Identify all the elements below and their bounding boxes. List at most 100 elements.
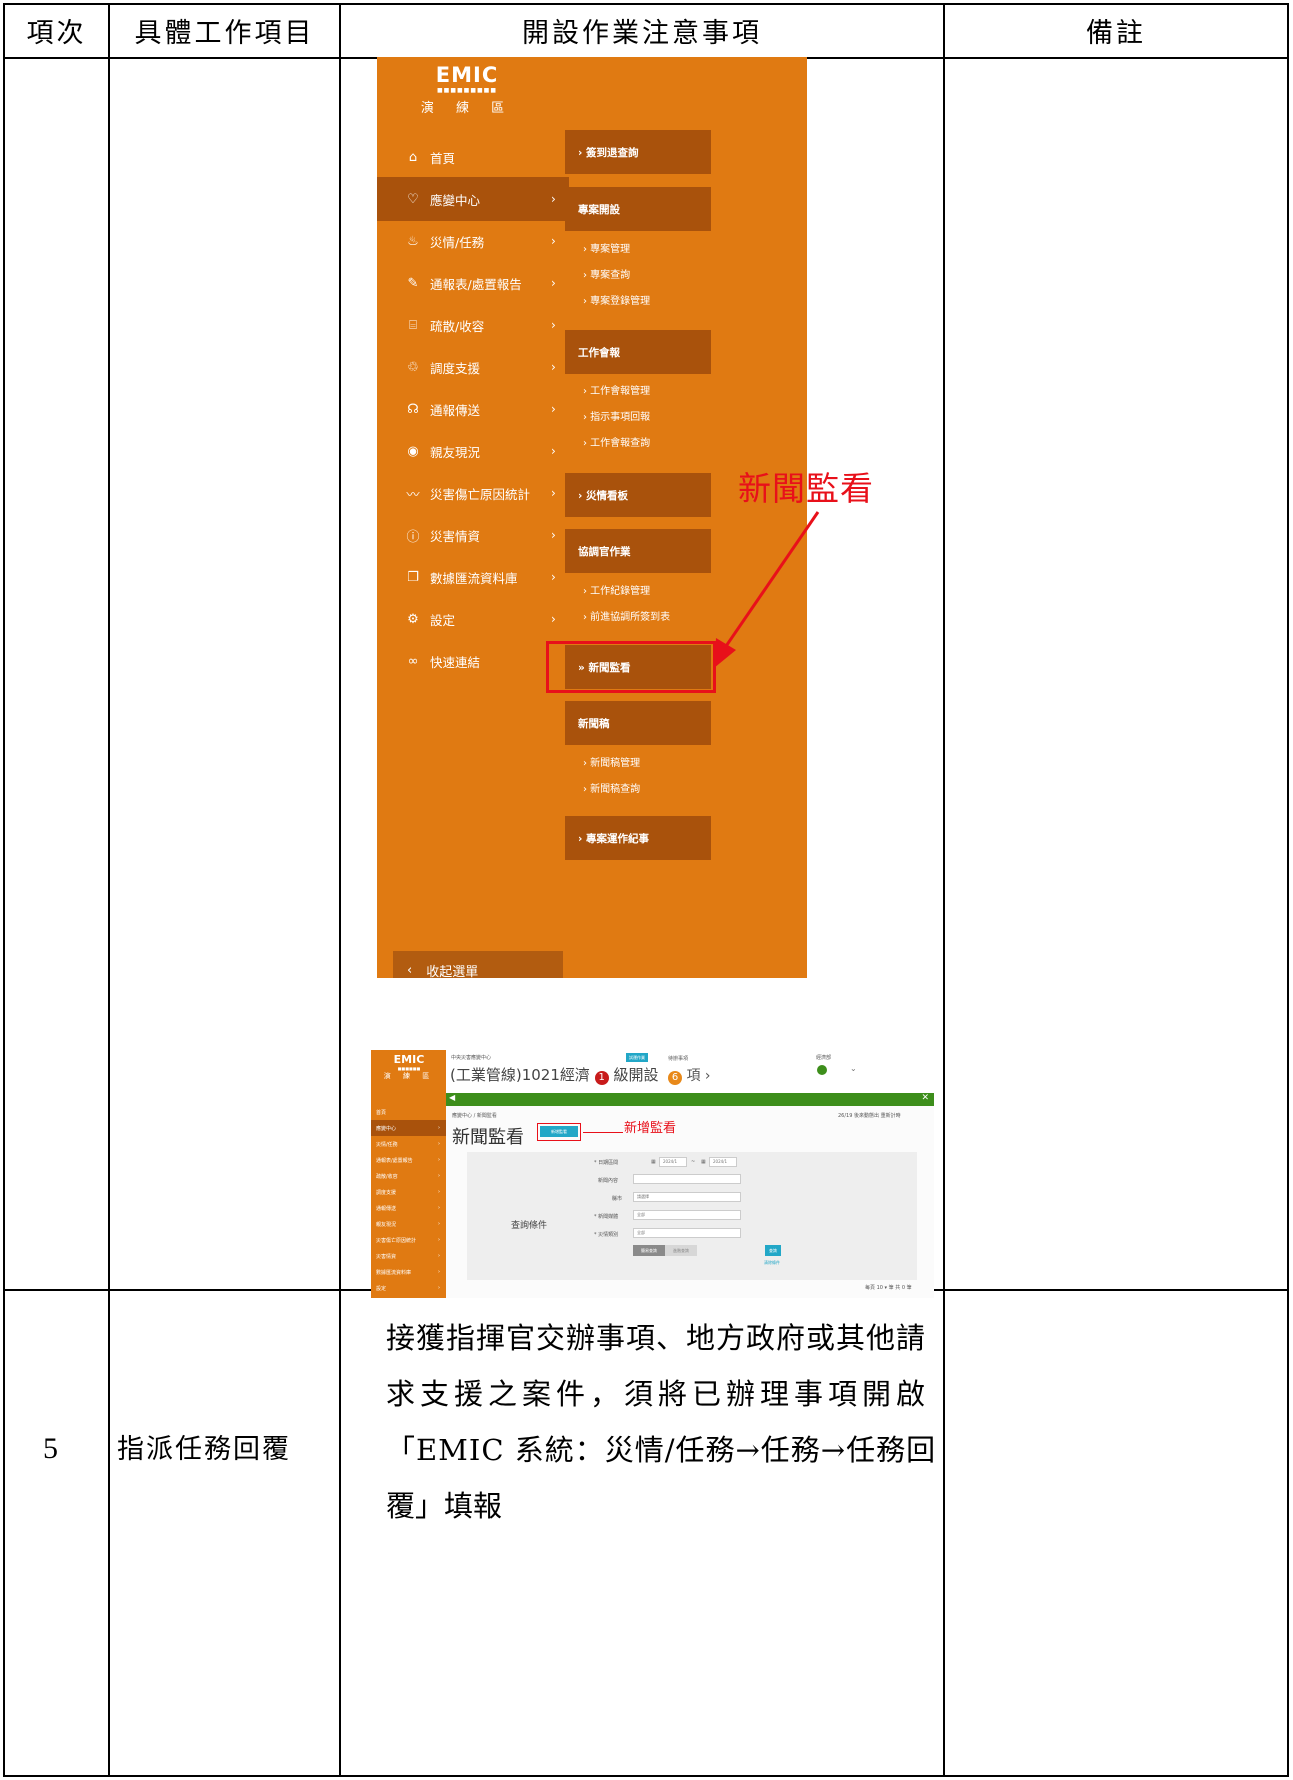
logo-tagline: ■■■■■■■■■ <box>436 87 498 94</box>
menu-item-quick-links[interactable]: ∞ 快速連結 <box>377 639 569 683</box>
database-icon: ❐ <box>407 569 419 585</box>
submenu-link-meeting-manage[interactable]: › 工作會報管理 <box>583 382 650 397</box>
submenu-link-coord-signin[interactable]: › 前進協調所簽到表 <box>583 608 670 623</box>
shield-icon: ♡ <box>407 191 419 207</box>
mini-menu-item[interactable]: 數據匯流資料庫 › <box>371 1264 446 1280</box>
chevron-right-icon: › <box>438 1221 440 1227</box>
add-monitor-callout: 新增監看 <box>624 1121 677 1136</box>
row5-number: 5 <box>43 1432 58 1465</box>
header-remarks: 備註 <box>1086 17 1146 49</box>
category-select[interactable]: 全部 <box>633 1228 741 1238</box>
col-divider-2 <box>339 3 341 1777</box>
shelter-icon: ⌸ <box>409 317 417 333</box>
add-monitor-button[interactable]: 新增監看 <box>540 1126 578 1137</box>
menu-item-notify[interactable]: ☊ 通報傳送 › <box>377 387 569 431</box>
mini-menu-item[interactable]: 災害傷亡原因統計 › <box>371 1232 446 1248</box>
mini-menu-label: 應變中心 <box>376 1125 397 1132</box>
simple-search-tab[interactable]: 簡易查詢 <box>633 1245 665 1256</box>
mini-menu-item[interactable]: 災情/任務 › <box>371 1136 446 1152</box>
header-item-number: 項次 <box>26 17 87 49</box>
submenu-link-project-login[interactable]: › 專案登錄管理 <box>583 292 650 307</box>
mini-sidebar: EMIC ■■■■■■ 演 練 區 首頁 應變中心 › 災情/任務 › 通報表/處置… <box>371 1050 446 1298</box>
menu-item-dispatch[interactable]: ♲ 調度支援 › <box>377 345 569 389</box>
close-icon[interactable]: ✕ <box>921 1093 929 1103</box>
row5-work-item: 指派任務回覆 <box>117 1434 291 1465</box>
table-border-left <box>3 3 5 1777</box>
submenu-link-press-manage[interactable]: › 新聞稿管理 <box>583 754 640 769</box>
gear-icon: ⚙ <box>407 611 419 627</box>
keyword-input[interactable] <box>633 1174 741 1184</box>
row5-note-line-4: 覆」填報 <box>386 1489 503 1523</box>
callout-arrow <box>714 511 820 668</box>
menu-item-settings[interactable]: ⚙ 設定 › <box>377 597 569 641</box>
logo-brand: EMIC <box>435 63 499 87</box>
chevron-right-icon: › <box>551 612 556 626</box>
menu-item-label: 數據匯流資料庫 <box>430 570 518 586</box>
mini-logo-subtitle: 演 練 區 <box>383 1072 435 1080</box>
menu-item-response-center[interactable]: ♡ 應變中心 › <box>377 177 569 221</box>
chevron-down-icon[interactable]: ⌄ <box>850 1064 857 1073</box>
menu-item-label: 親友現況 <box>430 444 481 460</box>
project-title: (工業管線)1021經濟 <box>450 1066 590 1084</box>
mini-menu-item[interactable]: 首頁 <box>371 1104 446 1120</box>
project-name: (工業管線)1021經濟 1 級開設 <box>450 1064 658 1085</box>
mini-menu-label: 親友現況 <box>376 1221 397 1228</box>
submenu-link-work-record[interactable]: › 工作紀錄管理 <box>583 582 650 597</box>
submenu-link-press-query[interactable]: › 新聞稿查詢 <box>583 780 640 795</box>
date-to-input[interactable]: 2024/1 <box>709 1157 737 1167</box>
submenu-link-directive-report[interactable]: › 指示事項回報 <box>583 408 650 423</box>
submenu-link-project-query[interactable]: › 專案查詢 <box>583 266 630 281</box>
submenu-link-project-manage[interactable]: › 專案管理 <box>583 240 630 255</box>
county-select[interactable]: 請選擇 <box>633 1192 741 1202</box>
menu-item-casualty-stats[interactable]: 〰 災害傷亡原因統計 › <box>377 471 569 515</box>
menu-item-family[interactable]: ◉ 親友現況 › <box>377 429 569 473</box>
chevron-right-icon: › <box>438 1285 440 1291</box>
submenu-link-meeting-query[interactable]: › 工作會報查詢 <box>583 434 650 449</box>
search-button[interactable]: 查詢 <box>765 1245 781 1256</box>
mini-menu-item[interactable]: 設定 › <box>371 1280 446 1296</box>
menu-item-label: 應變中心 <box>430 192 481 208</box>
submenu-chronicle[interactable]: › 專案運作紀事 <box>565 816 711 860</box>
page-topbar: 中央災害應變中心 (工業管線)1021經濟 1 級開設 試運作業 待辦事項 6 … <box>446 1050 934 1093</box>
mini-menu-item[interactable]: 疏散/收容 › <box>371 1168 446 1184</box>
pending-text: 項 › <box>686 1068 711 1084</box>
mini-menu-item[interactable]: 親友現況 › <box>371 1216 446 1232</box>
submenu-board[interactable]: › 災情看板 <box>565 473 711 517</box>
pagination-info: 每頁 10 ▾ 筆 共 0 筆 <box>865 1285 912 1291</box>
advanced-search-tab[interactable]: 進階查詢 <box>665 1245 697 1256</box>
mini-menu-item[interactable]: 調度支援 › <box>371 1184 446 1200</box>
menu-item-database[interactable]: ❐ 數據匯流資料庫 › <box>377 555 569 599</box>
chevron-right-icon: › <box>438 1173 440 1179</box>
mini-menu-label: 疏散/收容 <box>376 1173 398 1180</box>
home-icon: ⌂ <box>408 149 418 165</box>
menu-item-reports[interactable]: ✎ 通報表/處置報告 › <box>377 261 569 305</box>
menu-item-home[interactable]: ⌂ 首頁 <box>377 135 569 179</box>
transmit-icon: ☊ <box>407 401 419 417</box>
mini-menu-label: 首頁 <box>376 1109 387 1116</box>
news-monitor-page-screenshot: EMIC ■■■■■■ 演 練 區 首頁 應變中心 › 災情/任務 › 通報表/處置… <box>371 1050 934 1298</box>
mini-menu-item[interactable]: 通報傳送 › <box>371 1200 446 1216</box>
mini-menu-item[interactable]: 通報表/處置報告 › <box>371 1152 446 1168</box>
trend-icon: 〰 <box>406 487 420 503</box>
mini-menu-item[interactable]: 災害情資 › <box>371 1248 446 1264</box>
chevron-right-icon: › <box>438 1141 440 1147</box>
menu-item-label: 設定 <box>430 612 456 628</box>
table-border-right <box>1287 3 1289 1777</box>
pending-count[interactable]: 6 項 › <box>668 1065 711 1085</box>
user-avatar[interactable] <box>817 1065 827 1075</box>
channel-select[interactable]: 全部 <box>633 1210 741 1220</box>
mini-menu-label: 通報傳送 <box>376 1205 397 1212</box>
clear-conditions-link[interactable]: 清除條件 <box>764 1260 780 1266</box>
collapse-menu-button[interactable]: ‹ 收起選單 <box>393 951 563 978</box>
menu-item-evacuation[interactable]: ⌸ 疏散/收容 › <box>377 303 569 347</box>
mini-menu-item[interactable]: 應變中心 › <box>371 1120 446 1136</box>
user-name: 經濟部 <box>816 1055 832 1061</box>
notice-bar: ◀ ✕ <box>446 1093 934 1106</box>
logo-subtitle: 演 練 區 <box>420 101 514 116</box>
pending-label: 待辦事項 <box>668 1056 689 1062</box>
date-from-input[interactable]: 2024/1 <box>659 1157 687 1167</box>
submenu-checkin[interactable]: › 簽到退查詢 <box>565 130 711 174</box>
menu-item-disaster-task[interactable]: ♨ 災情/任務 › <box>377 219 569 263</box>
chevron-right-icon: › <box>438 1237 440 1243</box>
menu-item-intel[interactable]: ⓘ 災害情資 › <box>377 513 569 557</box>
